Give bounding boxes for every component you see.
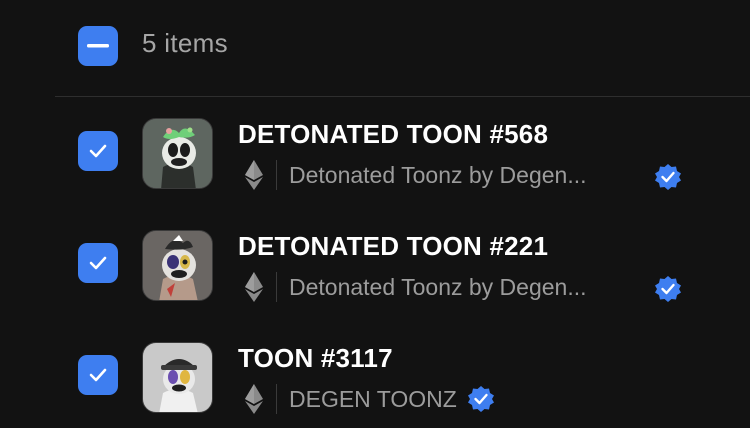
ethereum-icon	[244, 271, 264, 303]
divider	[55, 96, 750, 97]
verified-badge-icon	[467, 385, 495, 413]
list-item[interactable]: DETONATED TOON #221 Detonated Toonz by D…	[0, 223, 750, 335]
collection-name[interactable]: Detonated Toonz by Degen...	[289, 162, 587, 189]
nft-thumbnail[interactable]	[142, 342, 213, 413]
check-icon	[89, 144, 107, 158]
item-count-label: 5 items	[142, 28, 228, 58]
ethereum-icon	[244, 159, 264, 191]
ethereum-icon	[244, 383, 264, 415]
item-subtitle: DEGEN TOONZ	[244, 381, 495, 417]
list-item[interactable]: DETONATED TOON #568 Detonated Toonz by D…	[0, 111, 750, 223]
item-subtitle: Detonated Toonz by Degen...	[244, 157, 587, 193]
item-checkbox[interactable]	[78, 355, 118, 395]
list-item[interactable]: TOON #3117 DEGEN TOONZ	[0, 335, 750, 428]
item-title: DETONATED TOON #221	[238, 231, 549, 261]
selection-list: 5 items DETONATED TOON #568 Detonated To…	[0, 0, 750, 428]
check-icon	[89, 256, 107, 270]
toon-character-image	[143, 119, 212, 188]
minus-icon	[87, 44, 109, 48]
item-title: DETONATED TOON #568	[238, 119, 549, 149]
collection-name[interactable]: DEGEN TOONZ	[289, 386, 457, 413]
nft-thumbnail[interactable]	[142, 230, 213, 301]
separator	[276, 160, 277, 190]
nft-thumbnail[interactable]	[142, 118, 213, 189]
select-all-checkbox[interactable]	[78, 26, 118, 66]
item-checkbox[interactable]	[78, 243, 118, 283]
verified-badge-icon	[654, 275, 682, 303]
item-checkbox[interactable]	[78, 131, 118, 171]
item-subtitle: Detonated Toonz by Degen...	[244, 269, 587, 305]
separator	[276, 272, 277, 302]
collection-name[interactable]: Detonated Toonz by Degen...	[289, 274, 587, 301]
separator	[276, 384, 277, 414]
toon-character-image	[143, 343, 212, 412]
item-title: TOON #3117	[238, 343, 393, 373]
selection-header: 5 items	[0, 0, 750, 96]
toon-character-image	[143, 231, 212, 300]
verified-badge-icon	[654, 163, 682, 191]
check-icon	[89, 368, 107, 382]
